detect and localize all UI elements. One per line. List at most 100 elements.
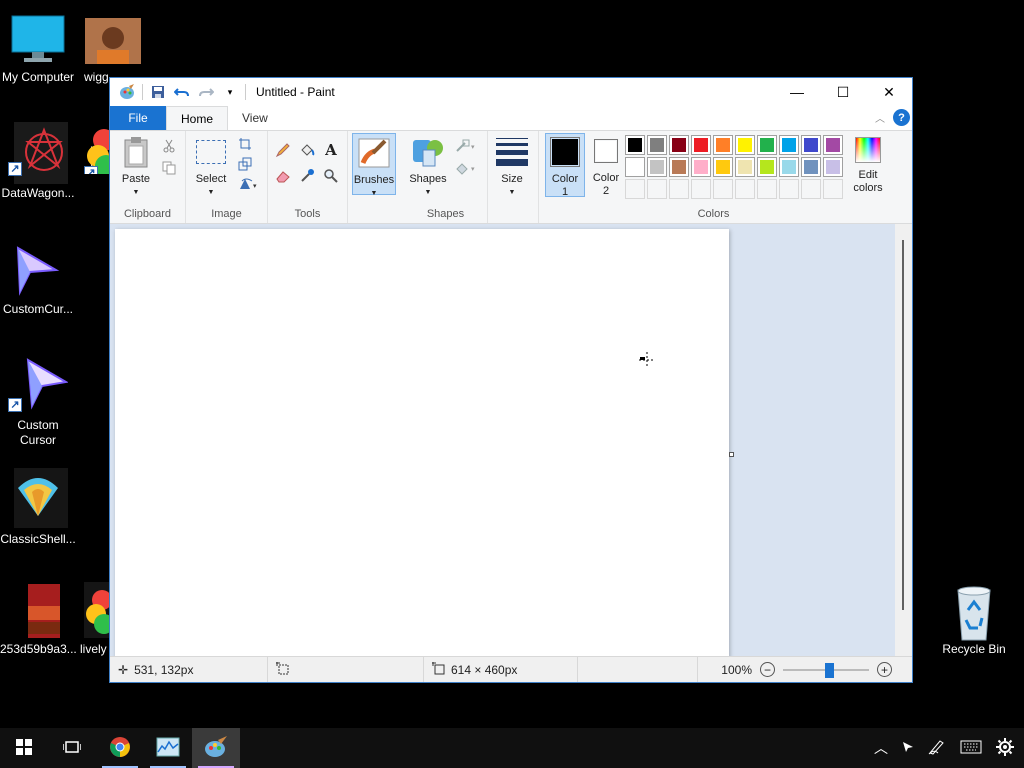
zoom-slider[interactable] — [783, 662, 869, 678]
color-swatch[interactable] — [735, 157, 755, 177]
taskbar-chrome[interactable] — [96, 728, 144, 768]
color-swatch[interactable] — [735, 135, 755, 155]
close-button[interactable]: ✕ — [866, 78, 912, 106]
size-button[interactable]: Size ▼ — [492, 135, 532, 199]
color-swatch[interactable] — [713, 135, 733, 155]
color-swatch[interactable] — [713, 157, 733, 177]
chevron-down-icon: ▼ — [207, 189, 215, 196]
edit-colors-button[interactable]: Edit colors — [849, 135, 887, 195]
custom-color-slot[interactable] — [757, 179, 777, 199]
color-palette — [625, 135, 843, 199]
outline-icon[interactable]: ▾ — [454, 137, 480, 155]
resize-handle-right[interactable] — [729, 452, 734, 457]
desktop-icon-customcursor[interactable]: CustomCur... — [0, 242, 76, 317]
custom-color-slot[interactable] — [691, 179, 711, 199]
save-icon[interactable] — [149, 83, 167, 101]
color1-label: Color 1 — [551, 173, 579, 198]
color2-button[interactable]: Color 2 — [587, 133, 625, 197]
vertical-scrollbar[interactable] — [895, 224, 912, 656]
cursor-tray-icon[interactable] — [902, 741, 914, 756]
color-swatch[interactable] — [757, 157, 777, 177]
custom-color-slot[interactable] — [713, 179, 733, 199]
start-button[interactable] — [0, 728, 48, 768]
custom-color-slot[interactable] — [823, 179, 843, 199]
color-swatch[interactable] — [779, 135, 799, 155]
custom-color-slot[interactable] — [735, 179, 755, 199]
paint-app-icon[interactable] — [118, 83, 136, 101]
desktop-icon-lively[interactable]: lively — [78, 582, 110, 657]
show-hidden-icons-icon[interactable]: ︿ — [874, 738, 888, 758]
settings-gear-icon[interactable] — [996, 737, 1014, 759]
color-swatch[interactable] — [625, 157, 645, 177]
minimize-button[interactable]: — — [774, 78, 820, 106]
custom-color-slot[interactable] — [669, 179, 689, 199]
shapes-button[interactable]: Shapes ▼ — [406, 135, 450, 199]
desktop-icon-classicshell[interactable]: ClassicShell... — [0, 468, 76, 547]
color-picker-icon[interactable] — [298, 167, 316, 185]
crop-icon[interactable] — [236, 135, 254, 153]
separator — [245, 84, 246, 100]
color-swatch[interactable] — [691, 135, 711, 155]
scrollbar-thumb[interactable] — [902, 240, 904, 610]
copy-icon[interactable] — [160, 159, 178, 177]
tab-file[interactable]: File — [110, 106, 166, 130]
color-swatch[interactable] — [625, 135, 645, 155]
customize-toolbar-icon[interactable]: ▾ — [221, 83, 239, 101]
color-swatch[interactable] — [669, 157, 689, 177]
desktop-icon-custom-cursor[interactable]: ↗ Custom Cursor — [0, 358, 76, 448]
maximize-button[interactable]: ☐ — [820, 78, 866, 106]
pencil-icon[interactable] — [274, 141, 292, 159]
crosshair-cursor-icon — [639, 352, 655, 371]
desktop-icon-recycle-bin[interactable]: Recycle Bin — [936, 584, 1012, 657]
color-swatch[interactable] — [801, 135, 821, 155]
rotate-icon[interactable]: ▾ — [236, 175, 262, 193]
magnifier-icon[interactable] — [322, 167, 340, 185]
fill-bucket-icon[interactable] — [298, 141, 316, 159]
desktop-icon-lively-wallpaper[interactable]: ↗ Li Wal — [84, 126, 110, 174]
title-bar: ▾ Untitled - Paint — ☐ ✕ — [110, 78, 912, 106]
taskbar-task-manager[interactable] — [144, 728, 192, 768]
fill-icon[interactable]: ▾ — [454, 159, 480, 177]
eraser-icon[interactable] — [274, 167, 292, 185]
custom-color-slot[interactable] — [625, 179, 645, 199]
color-swatch[interactable] — [823, 157, 843, 177]
desktop-icon-datawagon[interactable]: ↗ DataWagon... — [0, 122, 76, 201]
text-icon[interactable]: A — [322, 141, 340, 159]
custom-color-slot[interactable] — [801, 179, 821, 199]
color-swatch[interactable] — [691, 157, 711, 177]
desktop-icon-image-file[interactable]: 253d59b9a3... — [0, 582, 77, 657]
zoom-out-button[interactable]: − — [760, 662, 775, 677]
desktop-icon-my-computer[interactable]: My Computer — [0, 12, 76, 85]
pen-workspace-icon[interactable] — [928, 739, 946, 758]
custom-color-slot[interactable] — [779, 179, 799, 199]
tab-view[interactable]: View — [228, 106, 282, 130]
cut-icon[interactable] — [160, 137, 178, 155]
svg-text:▾: ▾ — [471, 166, 475, 173]
touch-keyboard-icon[interactable] — [960, 740, 982, 757]
desktop-icon-wigg[interactable]: wigg — [78, 12, 148, 85]
custom-color-slot[interactable] — [647, 179, 667, 199]
task-view-button[interactable] — [48, 728, 96, 768]
collapse-ribbon-icon[interactable]: ︿ — [875, 110, 885, 125]
color-swatch[interactable] — [757, 135, 777, 155]
color-swatch[interactable] — [647, 157, 667, 177]
undo-icon[interactable] — [173, 83, 191, 101]
color-swatch[interactable] — [647, 135, 667, 155]
color-swatch[interactable] — [801, 157, 821, 177]
help-icon[interactable]: ? — [893, 109, 910, 126]
tab-home[interactable]: Home — [166, 106, 229, 130]
resize-icon[interactable] — [236, 155, 254, 173]
color-swatch[interactable] — [823, 135, 843, 155]
color-swatch[interactable] — [669, 135, 689, 155]
brushes-button[interactable]: Brushes ▼ — [352, 133, 396, 197]
redo-icon[interactable] — [197, 83, 215, 101]
recycle-bin-icon — [944, 584, 1004, 641]
color-swatch[interactable] — [779, 157, 799, 177]
paste-button[interactable]: Paste ▼ — [116, 135, 156, 199]
drawing-canvas[interactable] — [115, 229, 729, 659]
select-button[interactable]: Select ▼ — [190, 135, 232, 199]
taskbar-paint[interactable] — [192, 728, 240, 768]
zoom-in-button[interactable]: + — [877, 662, 892, 677]
zoom-slider-knob[interactable] — [824, 662, 834, 678]
color1-button[interactable]: Color 1 — [545, 133, 585, 198]
